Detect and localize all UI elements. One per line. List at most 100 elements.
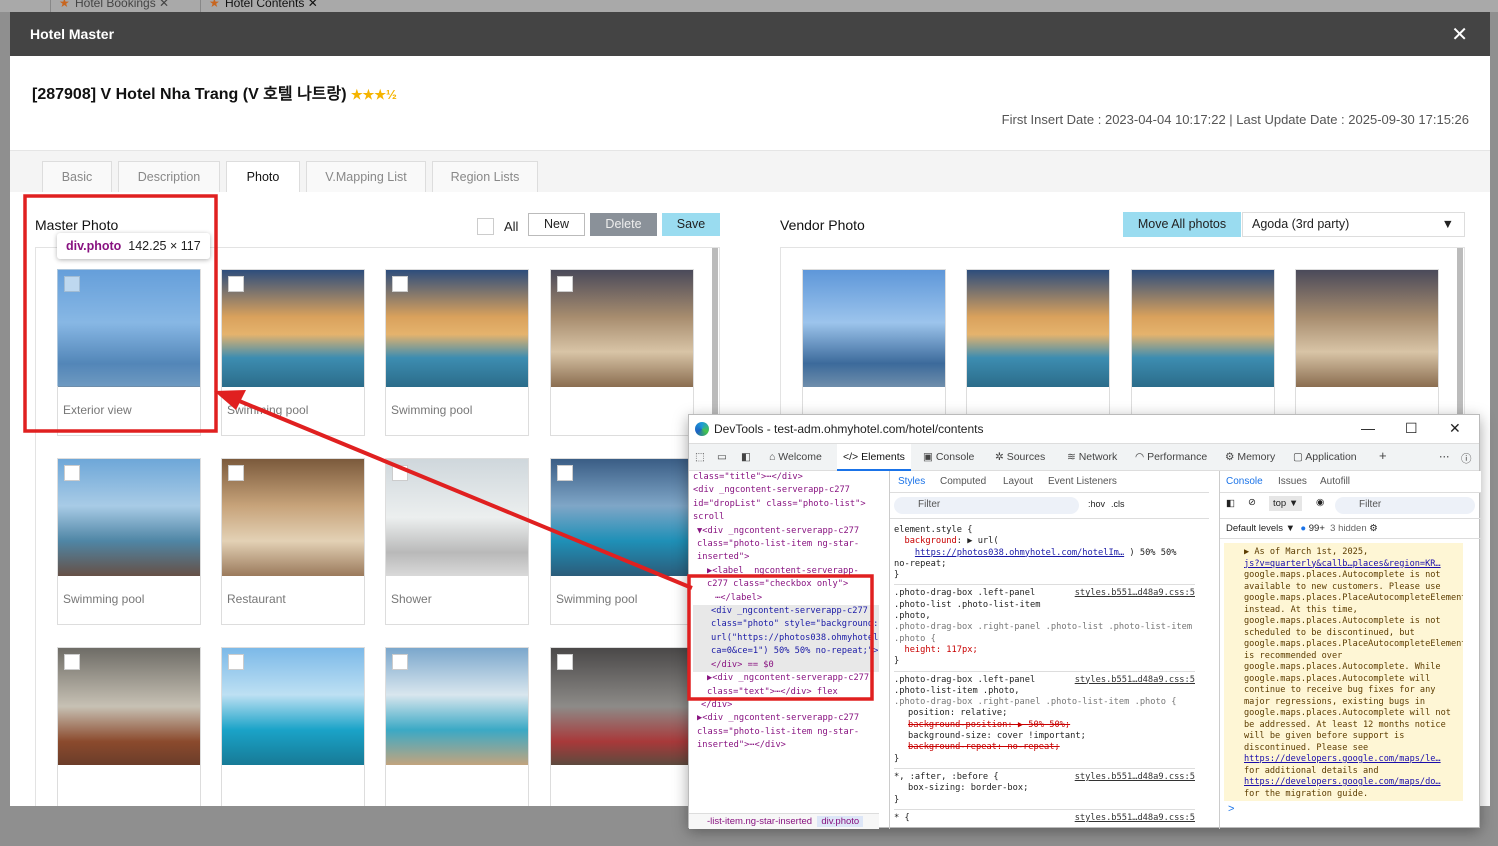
photo-checkbox[interactable] [557, 465, 573, 481]
vendor-photo-card[interactable] [1131, 269, 1275, 429]
photo-checkbox[interactable] [392, 465, 408, 481]
context-select[interactable]: top ▼ [1269, 496, 1303, 511]
vendor-photo[interactable] [1296, 270, 1438, 387]
vendor-photo[interactable] [1132, 270, 1274, 387]
hotel-photo[interactable] [551, 459, 693, 576]
close-icon[interactable]: ✕ [1449, 420, 1461, 437]
source-link[interactable]: styles.b551…d48a9.css:5 [1075, 813, 1195, 824]
clear-console-icon[interactable]: ⊘ [1248, 497, 1256, 508]
hotel-photo[interactable] [386, 648, 528, 765]
breadcrumb-item[interactable]: -list-item.ng-star-inserted [707, 816, 812, 827]
vendor-photo-card[interactable] [1295, 269, 1439, 429]
browser-tab-hotel-bookings[interactable]: ★ Hotel Bookings ✕ [50, 0, 200, 12]
breadcrumb-item[interactable]: div.photo [817, 816, 864, 827]
tab-application[interactable]: ▢ Application [1293, 451, 1357, 463]
hotel-photo[interactable] [58, 648, 200, 765]
tab-performance[interactable]: ◠ Performance [1135, 451, 1207, 463]
tab-region-lists[interactable]: Region Lists [432, 161, 538, 193]
select-all-checkbox[interactable] [477, 218, 494, 235]
close-icon[interactable]: ✕ [1451, 22, 1468, 47]
vendor-photo[interactable] [803, 270, 945, 387]
photo-card[interactable] [57, 647, 201, 806]
tab-basic[interactable]: Basic [42, 161, 112, 193]
source-link[interactable]: styles.b551…d48a9.css:5 [1075, 588, 1195, 599]
tab-v-mapping-list[interactable]: V.Mapping List [306, 161, 426, 193]
hotel-photo[interactable] [222, 270, 364, 387]
photo-checkbox[interactable] [392, 276, 408, 292]
hotel-photo[interactable] [58, 459, 200, 576]
hotel-photo[interactable] [222, 648, 364, 765]
console-filter-input[interactable]: Filter [1335, 497, 1475, 514]
dom-node[interactable]: </div> [693, 699, 879, 712]
tab-styles[interactable]: Styles [898, 476, 925, 487]
vendor-photo-card[interactable] [802, 269, 946, 429]
tab-console[interactable]: Console [1226, 476, 1263, 487]
photo-card[interactable]: Swimming pool [385, 269, 529, 436]
photo-checkbox[interactable] [64, 465, 80, 481]
hotel-photo[interactable] [386, 270, 528, 387]
photo-card[interactable] [385, 647, 529, 806]
dom-node[interactable]: class="title">⋯</div> [693, 471, 879, 484]
dom-node[interactable]: <div _ngcontent-serverapp-c277 id="dropL… [693, 484, 879, 524]
device-icon[interactable]: ▭ [717, 451, 727, 463]
tab-sources[interactable]: ✲ Sources [995, 451, 1045, 463]
source-link[interactable]: js?v=quarterly&callb…places&region=KR… [1244, 559, 1459, 571]
sidebar-toggle-icon[interactable]: ◧ [1226, 498, 1235, 509]
hov-toggle[interactable]: :hov [1088, 499, 1105, 509]
photo-card[interactable] [550, 647, 694, 806]
inspect-icon[interactable]: ⬚ [695, 451, 705, 463]
tab-network[interactable]: ≋ Network [1067, 451, 1117, 463]
tab-elements[interactable]: </> Elements [837, 444, 911, 471]
photo-card[interactable]: Shower [385, 458, 529, 625]
photo-checkbox[interactable] [557, 276, 573, 292]
photo-checkbox[interactable] [228, 654, 244, 670]
hotel-photo[interactable] [386, 459, 528, 576]
tab-computed[interactable]: Computed [940, 476, 986, 487]
tab-issues[interactable]: Issues [1278, 476, 1307, 487]
cls-toggle[interactable]: .cls [1111, 499, 1125, 509]
photo-card[interactable]: Swimming pool [550, 458, 694, 625]
photo-card[interactable]: Swimming pool [221, 269, 365, 436]
photo-checkbox[interactable] [392, 654, 408, 670]
docs-link[interactable]: https://developers.google.com/maps/do… [1244, 777, 1459, 789]
hotel-photo[interactable] [551, 270, 693, 387]
tab-layout[interactable]: Layout [1003, 476, 1033, 487]
eye-icon[interactable]: ◉ [1316, 497, 1324, 508]
photo-checkbox[interactable] [64, 654, 80, 670]
dom-node[interactable]: ▼<div _ngcontent-serverapp-c277 class="p… [693, 525, 879, 565]
vendor-photo-card[interactable] [966, 269, 1110, 429]
help-icon[interactable]: ⓘ [1461, 451, 1472, 466]
vendor-photo[interactable] [967, 270, 1109, 387]
photo-checkbox[interactable] [557, 654, 573, 670]
tab-description[interactable]: Description [118, 161, 220, 193]
tab-console[interactable]: ▣ Console [923, 451, 974, 463]
vendor-source-select[interactable]: Agoda (3rd party) ▼ [1242, 212, 1465, 237]
maximize-icon[interactable]: ☐ [1405, 420, 1418, 437]
levels-select[interactable]: Default levels ▼ [1226, 523, 1295, 534]
tab-memory[interactable]: ⚙ Memory [1225, 451, 1275, 463]
dom-node[interactable]: ▶<label _ngcontent-serverapp-c277 class=… [693, 565, 879, 592]
add-tab-icon[interactable]: + [1379, 448, 1387, 463]
hotel-photo[interactable] [551, 648, 693, 765]
source-link[interactable]: styles.b551…d48a9.css:5 [1075, 772, 1195, 783]
move-all-photos-button[interactable]: Move All photos [1123, 212, 1241, 237]
photo-card[interactable] [550, 269, 694, 436]
minimize-icon[interactable]: — [1361, 420, 1375, 436]
save-button[interactable]: Save [662, 213, 720, 236]
photo-card[interactable]: Swimming pool [57, 458, 201, 625]
tab-welcome[interactable]: ⌂ Welcome [769, 451, 822, 463]
tab-photo[interactable]: Photo [226, 161, 300, 193]
photo-checkbox[interactable] [228, 465, 244, 481]
selected-dom-node[interactable]: <div _ngcontent-serverapp-c277 class="ph… [693, 605, 879, 673]
docs-link[interactable]: https://developers.google.com/maps/le… [1244, 754, 1459, 766]
dock-icon[interactable]: ◧ [741, 451, 751, 463]
new-button[interactable]: New [528, 213, 585, 236]
source-link[interactable]: styles.b551…d48a9.css:5 [1075, 675, 1195, 686]
console-prompt[interactable]: > [1220, 801, 1481, 817]
dom-node[interactable]: ⋯</label> [693, 592, 879, 605]
styles-filter-input[interactable]: Filter [894, 497, 1079, 514]
browser-tab-hotel-contents[interactable]: ★ Hotel Contents ✕ [200, 0, 350, 12]
hotel-photo[interactable] [222, 459, 364, 576]
photo-checkbox[interactable] [228, 276, 244, 292]
dom-node[interactable]: ▶<div _ngcontent-serverapp-c277 class="t… [693, 672, 879, 699]
